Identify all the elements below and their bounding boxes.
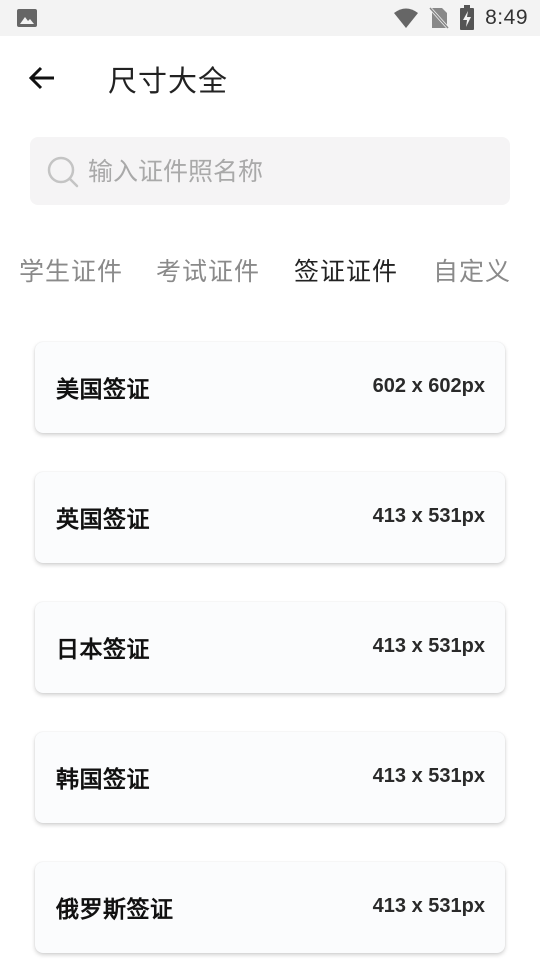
- item-name: 美国签证: [56, 377, 150, 403]
- arrow-left-icon: [28, 66, 54, 90]
- tab-custom[interactable]: 自定义: [433, 252, 511, 288]
- wifi-icon: [394, 8, 419, 28]
- search-input[interactable]: [88, 137, 498, 205]
- item-size: 602 x 602px: [372, 375, 485, 397]
- list-item-uk-visa[interactable]: 英国签证 413 x 531px: [35, 472, 505, 563]
- status-icons: 8:49: [393, 0, 528, 36]
- status-time: 8:49: [485, 6, 528, 29]
- tab-visa[interactable]: 签证证件: [294, 252, 398, 288]
- list-item-russia-visa[interactable]: 俄罗斯签证 413 x 531px: [35, 862, 505, 953]
- item-size: 413 x 531px: [372, 505, 485, 527]
- tab-exam[interactable]: 考试证件: [156, 252, 260, 288]
- list-item-usa-visa[interactable]: 美国签证 602 x 602px: [35, 342, 505, 433]
- item-name: 俄罗斯签证: [56, 897, 174, 923]
- tab-student[interactable]: 学生证件: [19, 252, 123, 288]
- list-item-korea-visa[interactable]: 韩国签证 413 x 531px: [35, 732, 505, 823]
- battery-charging-icon: [460, 5, 475, 30]
- app-bar: 尺寸大全: [0, 36, 540, 122]
- item-name: 韩国签证: [56, 767, 150, 793]
- item-size: 413 x 531px: [372, 765, 485, 787]
- category-tabs: 学生证件 考试证件 签证证件 自定义: [0, 244, 540, 300]
- back-button[interactable]: [24, 60, 60, 96]
- list-item-japan-visa[interactable]: 日本签证 413 x 531px: [35, 602, 505, 693]
- status-bar: 8:49: [0, 0, 540, 36]
- no-sim-icon: [429, 6, 450, 30]
- item-name: 日本签证: [56, 637, 150, 663]
- item-name: 英国签证: [56, 507, 150, 533]
- image-icon: [17, 9, 37, 27]
- search-bar[interactable]: [30, 137, 510, 205]
- item-size: 413 x 531px: [372, 635, 485, 657]
- page-title: 尺寸大全: [108, 64, 229, 98]
- search-icon: [47, 156, 79, 188]
- item-size: 413 x 531px: [372, 895, 485, 917]
